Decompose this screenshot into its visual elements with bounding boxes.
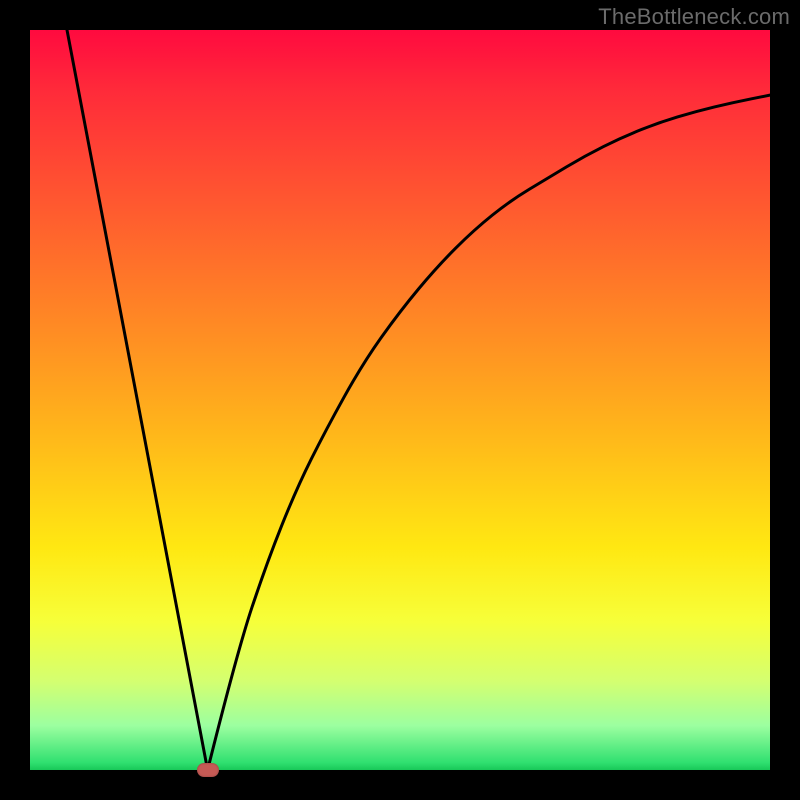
plot-area xyxy=(30,30,770,770)
watermark-text: TheBottleneck.com xyxy=(598,4,790,30)
minimum-marker xyxy=(197,763,219,777)
chart-frame: TheBottleneck.com xyxy=(0,0,800,800)
right-curve-path xyxy=(208,95,770,770)
curve-layer xyxy=(30,30,770,770)
left-slope-path xyxy=(67,30,208,770)
